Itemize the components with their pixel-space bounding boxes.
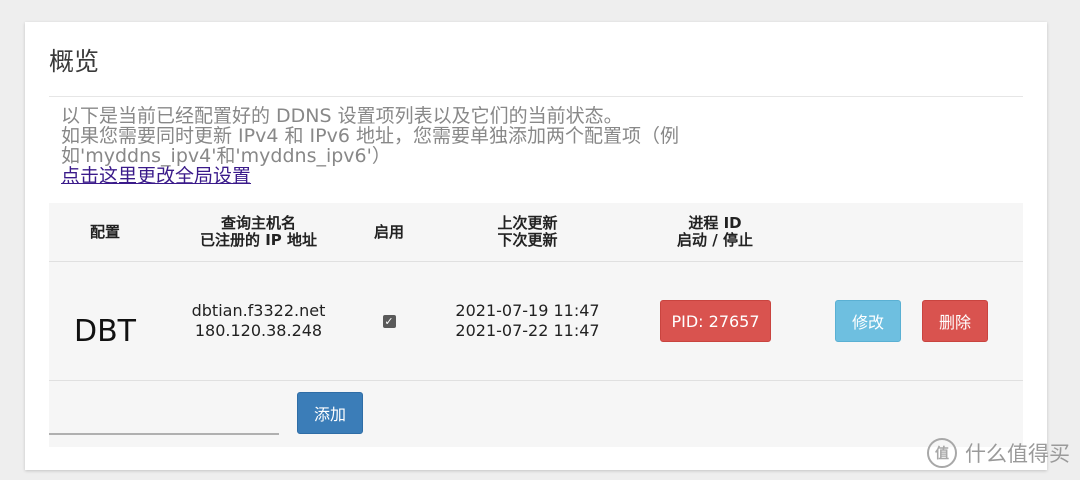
overview-panel: 概览 以下是当前已经配置好的 DDNS 设置项列表以及它们的当前状态。 如果您需…: [25, 22, 1047, 470]
table-row: DBT dbtian.f3322.net 180.120.38.248 ✓ 20…: [49, 262, 1023, 381]
add-row: 添加: [49, 381, 1023, 447]
header-hostname: 查询主机名 已注册的 IP 地址: [199, 214, 318, 249]
edit-button[interactable]: 修改: [835, 300, 901, 342]
title-divider: [49, 96, 1023, 97]
enabled-checkbox[interactable]: ✓: [382, 314, 396, 328]
row-last-update: 2021-07-19 11:47: [455, 301, 600, 320]
header-process: 进程 ID 启动 / 停止: [677, 214, 753, 249]
row-updates: 2021-07-19 11:47 2021-07-22 11:47: [422, 262, 633, 380]
smzdm-logo-icon: 值: [927, 438, 957, 468]
watermark-text: 什么值得买: [965, 442, 1070, 466]
row-config-name: DBT: [73, 313, 136, 349]
watermark: 值 什么值得买: [927, 438, 1070, 468]
panel-description: 以下是当前已经配置好的 DDNS 设置项列表以及它们的当前状态。 如果您需要同时…: [61, 106, 781, 186]
table-header: 配置 查询主机名 已注册的 IP 地址 启用 上次更新 下次更新 进程 ID 启…: [49, 203, 1023, 262]
row-hostname: dbtian.f3322.net: [191, 301, 326, 320]
pid-stop-button[interactable]: PID: 27657: [660, 300, 771, 342]
header-update: 上次更新 下次更新: [497, 214, 558, 249]
row-next-update: 2021-07-22 11:47: [455, 321, 600, 340]
add-button[interactable]: 添加: [297, 392, 363, 434]
row-enabled: ✓: [356, 262, 422, 380]
new-config-name-input[interactable]: [49, 399, 279, 435]
global-settings-link[interactable]: 点击这里更改全局设置: [61, 165, 251, 187]
description-line-2: 如果您需要同时更新 IPv4 和 IPv6 地址，您需要单独添加两个配置项（例如…: [61, 125, 679, 167]
header-enabled: 启用: [373, 222, 404, 241]
row-host: dbtian.f3322.net 180.120.38.248: [161, 262, 356, 380]
panel-title: 概览: [49, 47, 100, 76]
ddns-table: 配置 查询主机名 已注册的 IP 地址 启用 上次更新 下次更新 进程 ID 启…: [49, 203, 1023, 447]
row-ip: 180.120.38.248: [194, 321, 323, 340]
delete-button[interactable]: 删除: [922, 300, 988, 342]
header-config: 配置: [89, 222, 120, 241]
description-line-1: 以下是当前已经配置好的 DDNS 设置项列表以及它们的当前状态。: [61, 105, 623, 127]
